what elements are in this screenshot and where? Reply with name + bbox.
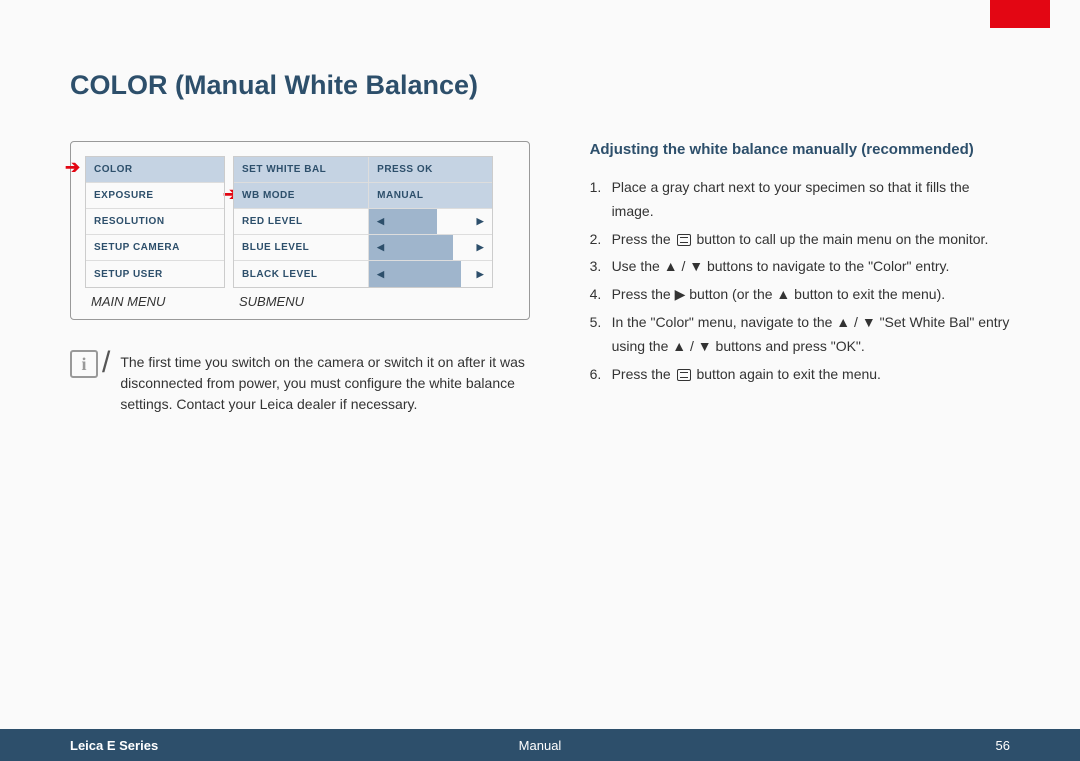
footer-center: Manual <box>383 738 696 753</box>
arrow-icon: ➔ <box>65 157 80 178</box>
brand-tab <box>990 0 1050 28</box>
menu-diagram: ➔ ➔ COLOR EXPOSURE RESOLUTION SETUP CAME… <box>70 141 530 320</box>
menu-item-exposure: EXPOSURE <box>86 183 224 208</box>
menu-item-color: COLOR <box>86 157 224 182</box>
slash-icon: / <box>102 346 110 380</box>
submenu-label: SET WHITE BAL <box>234 157 368 182</box>
submenu-label: WB MODE <box>234 183 368 208</box>
sub-menu-label: SUBMENU <box>233 294 304 309</box>
menu-button-icon <box>677 369 691 381</box>
triangle-left-icon: ◀ <box>377 269 384 280</box>
submenu-slider: ◀ ▶ <box>368 209 492 234</box>
step-item: 4. Press the ▶ button (or the ▲ button t… <box>590 283 1010 307</box>
step-item: 5. In the "Color" menu, navigate to the … <box>590 311 1010 359</box>
triangle-right-icon: ▶ <box>477 242 484 253</box>
main-menu-panel: COLOR EXPOSURE RESOLUTION SETUP CAMERA S… <box>85 156 225 288</box>
submenu-value: PRESS OK <box>368 157 492 182</box>
page-title: COLOR (Manual White Balance) <box>70 70 1010 101</box>
footer-left: Leica E Series <box>70 738 383 753</box>
menu-item-setup-camera: SETUP CAMERA <box>86 235 224 260</box>
step-item: 6. Press the button again to exit the me… <box>590 363 1010 387</box>
main-menu-label: MAIN MENU <box>85 294 233 309</box>
menu-item-resolution: RESOLUTION <box>86 209 224 234</box>
triangle-right-icon: ▶ <box>477 216 484 227</box>
submenu-slider: ◀ ▶ <box>368 235 492 260</box>
triangle-right-icon: ▶ <box>477 269 484 280</box>
triangle-left-icon: ◀ <box>377 242 384 253</box>
info-text: The ﬁrst time you switch on the camera o… <box>120 350 529 415</box>
submenu-value: MANUAL <box>368 183 492 208</box>
step-item: 1. Place a gray chart next to your speci… <box>590 176 1010 224</box>
submenu-label: BLACK LEVEL <box>234 261 368 287</box>
step-item: 2. Press the button to call up the main … <box>590 228 1010 252</box>
menu-item-setup-user: SETUP USER <box>86 261 224 287</box>
submenu-slider: ◀ ▶ <box>368 261 492 287</box>
triangle-left-icon: ◀ <box>377 216 384 227</box>
info-icon: i <box>70 350 98 378</box>
sub-menu-panel: SET WHITE BAL PRESS OK WB MODE MANUAL RE… <box>233 156 493 288</box>
submenu-label: BLUE LEVEL <box>234 235 368 260</box>
step-item: 3. Use the ▲ / ▼ buttons to navigate to … <box>590 255 1010 279</box>
page-content: COLOR (Manual White Balance) ➔ ➔ COLOR E… <box>0 0 1080 415</box>
footer-page-number: 56 <box>697 738 1010 753</box>
page-footer: Leica E Series Manual 56 <box>0 729 1080 761</box>
info-note: i / The ﬁrst time you switch on the came… <box>70 350 530 415</box>
menu-button-icon <box>677 234 691 246</box>
submenu-label: RED LEVEL <box>234 209 368 234</box>
steps-list: 1. Place a gray chart next to your speci… <box>590 176 1010 386</box>
section-heading: Adjusting the white balance manually (re… <box>590 141 1010 158</box>
